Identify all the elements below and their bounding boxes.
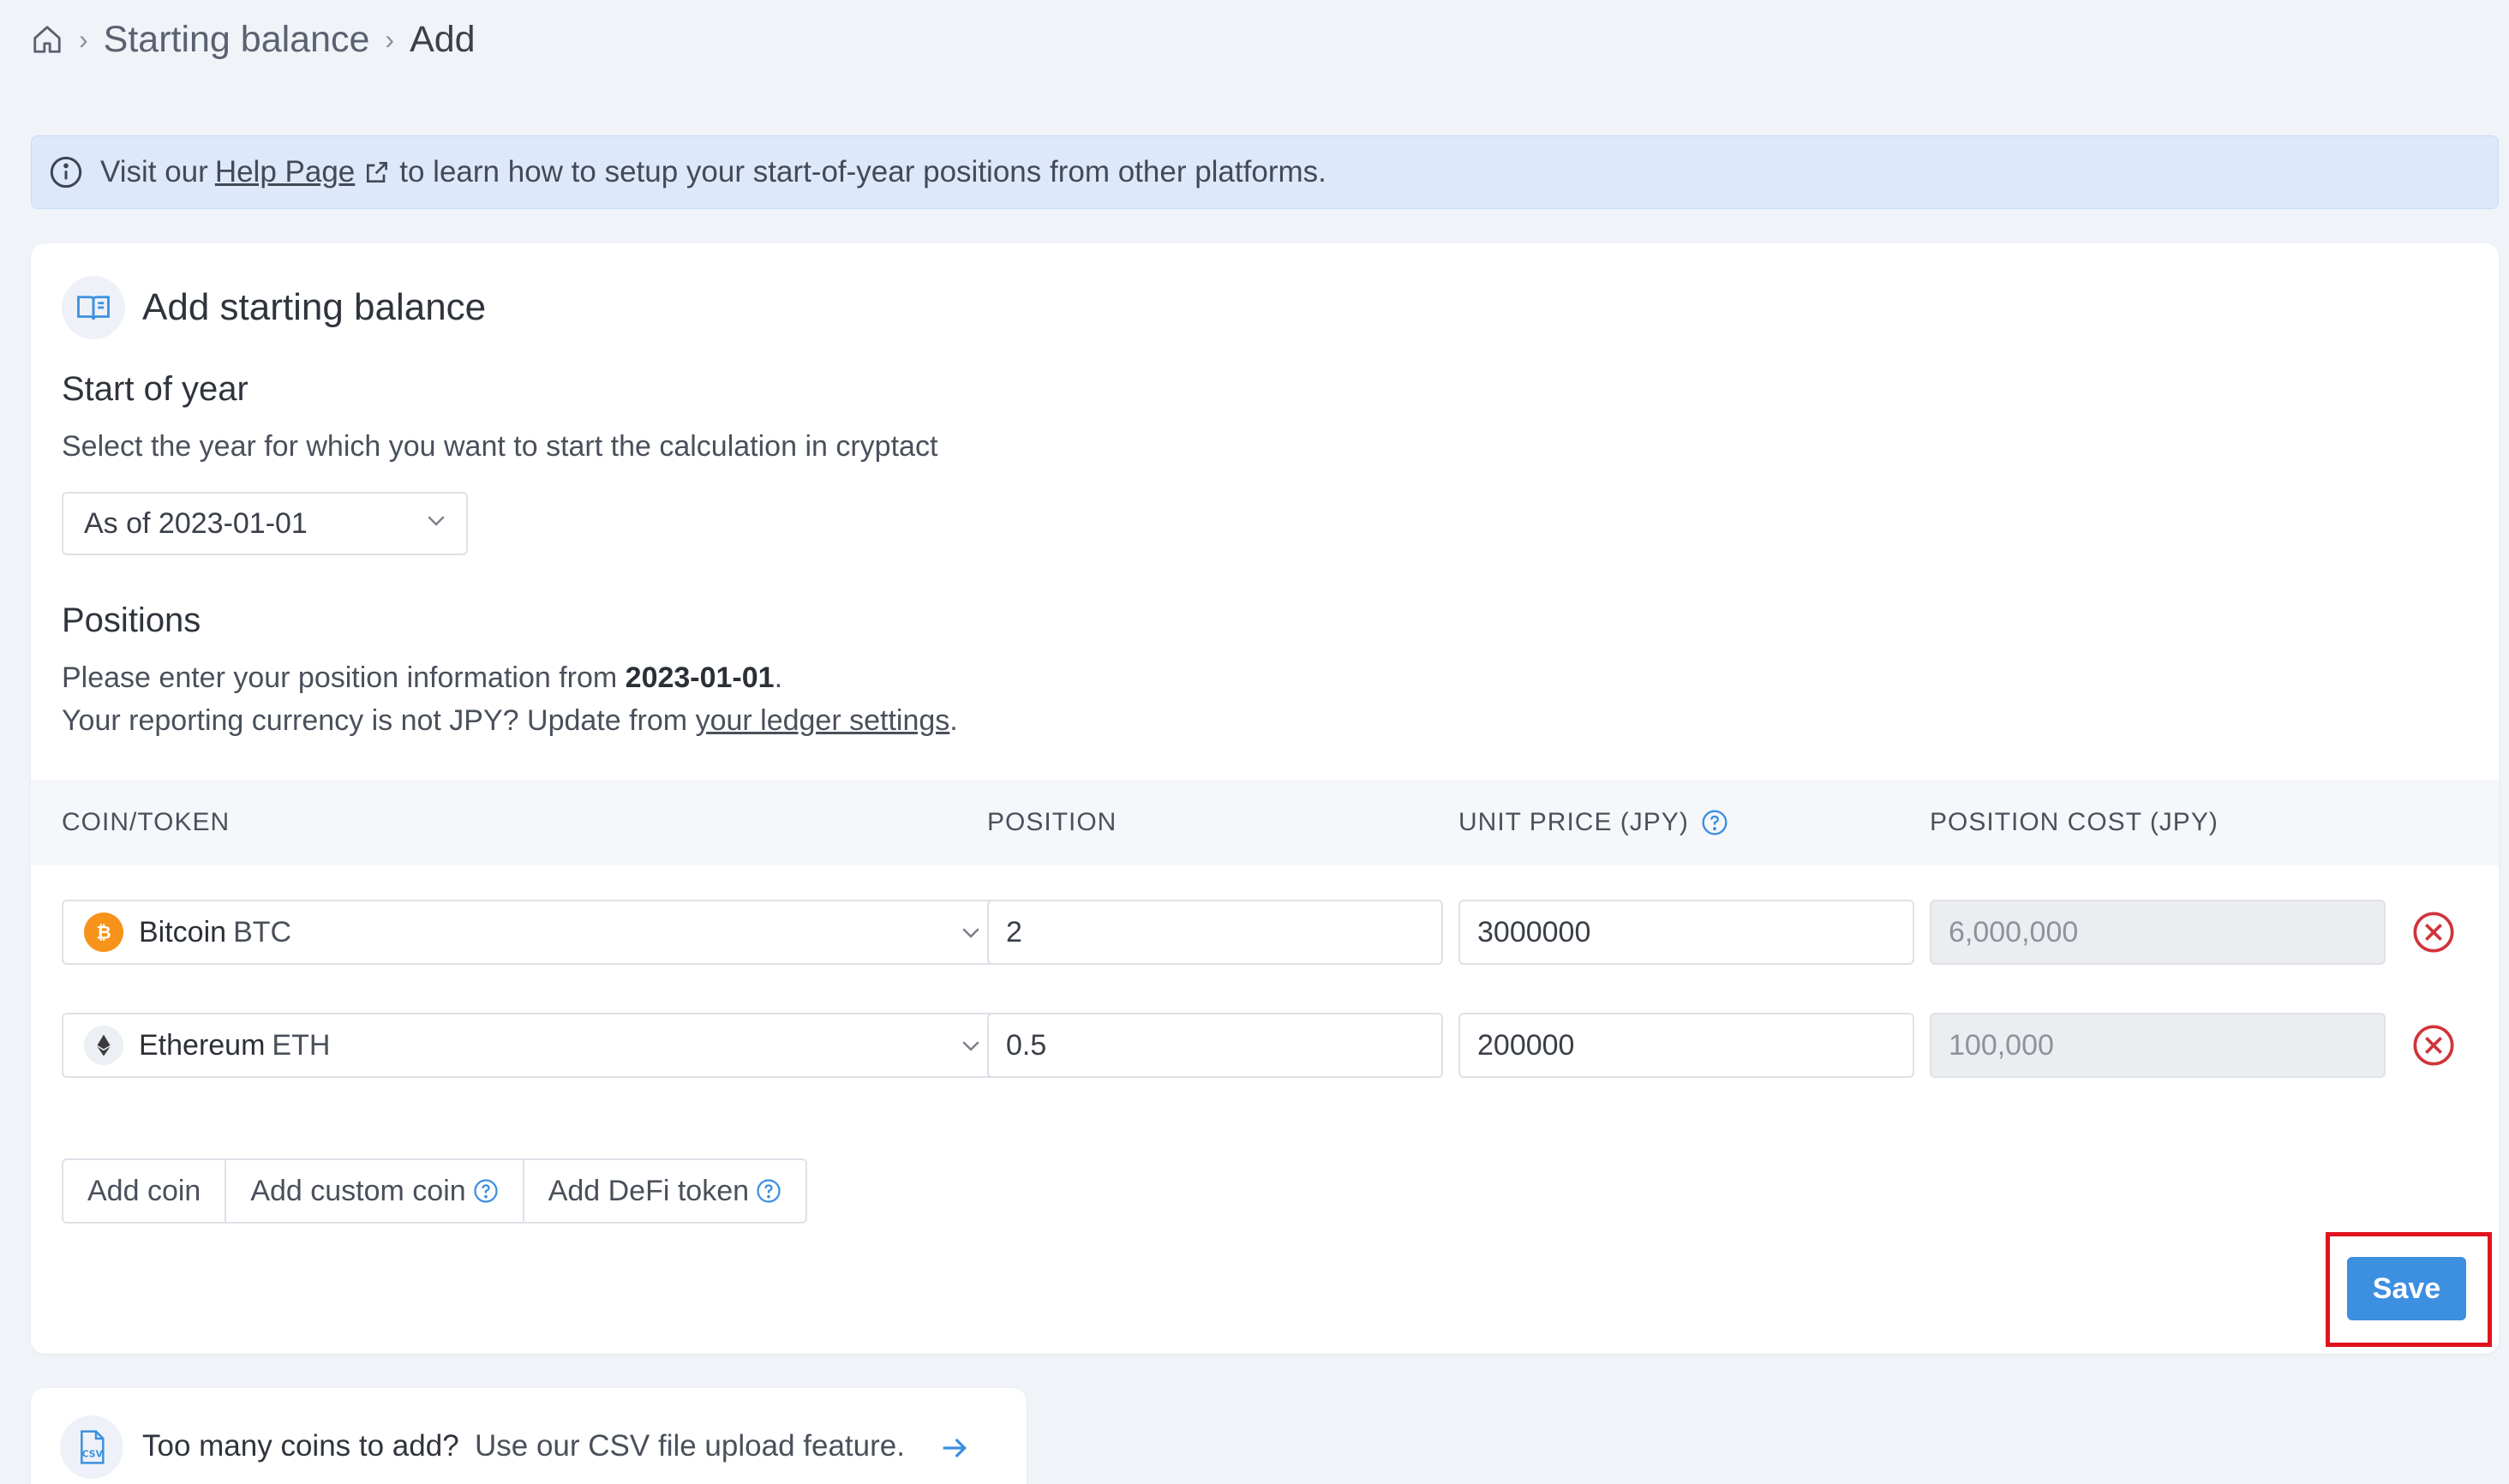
remove-row-icon[interactable] [2411, 1023, 2456, 1068]
csv-upload-card[interactable]: CSV Too many coins to add? Use our CSV f… [31, 1388, 1027, 1484]
breadcrumb-separator: › [385, 23, 395, 55]
coin-symbol: ETH [272, 1028, 331, 1062]
unit-price-input[interactable]: 200000 [1458, 1013, 1914, 1078]
position-input[interactable]: 0.5 [987, 1013, 1443, 1078]
ledger-settings-link[interactable]: your ledger settings [696, 704, 950, 737]
question-icon[interactable] [473, 1178, 499, 1204]
save-button[interactable]: Save [2347, 1257, 2466, 1320]
coin-select[interactable]: Ethereum ETH [62, 1013, 1003, 1078]
svg-text:CSV: CSV [82, 1449, 104, 1460]
start-of-year-description: Select the year for which you want to st… [62, 430, 938, 463]
book-icon [62, 276, 125, 339]
home-icon[interactable] [31, 23, 63, 56]
positions-date: 2023-01-01 [625, 661, 775, 694]
starting-balance-card: Add starting balance Start of year Selec… [31, 243, 2499, 1354]
header-position-cost: POSITION COST (JPY) [1930, 808, 2219, 836]
breadcrumb: › Starting balance › Add [31, 15, 476, 63]
info-banner: Visit our Help Page to learn how to setu… [31, 135, 2499, 209]
header-unit-price: UNIT PRICE (JPY) [1458, 780, 1728, 865]
header-position: POSITION [987, 808, 1117, 836]
card-header: Add starting balance [62, 276, 486, 339]
coin-name: Ethereum [139, 1028, 266, 1062]
chevron-down-icon [958, 1032, 984, 1058]
breadcrumb-separator: › [79, 23, 88, 55]
table-row: Ethereum ETH 0.5 200000 100,000 [31, 1013, 2499, 1078]
start-of-year-title: Start of year [62, 370, 249, 408]
breadcrumb-starting-balance[interactable]: Starting balance [104, 19, 370, 61]
position-cost-field: 100,000 [1930, 1013, 2386, 1078]
card-title: Add starting balance [142, 286, 487, 328]
info-icon [49, 155, 83, 189]
svg-text:₿: ₿ [96, 923, 111, 944]
arrow-right-icon[interactable] [937, 1431, 972, 1465]
page: › Starting balance › Add Visit our Help … [0, 0, 2509, 1484]
ethereum-icon [84, 1026, 123, 1065]
coin-symbol: BTC [233, 915, 292, 948]
help-page-link[interactable]: Help Page [215, 155, 355, 189]
add-button-group: Add coin Add custom coin Add DeFi token [62, 1158, 808, 1224]
unit-price-input[interactable]: 3000000 [1458, 900, 1914, 965]
add-custom-coin-button[interactable]: Add custom coin [226, 1160, 524, 1222]
bitcoin-icon: ₿ [84, 913, 123, 952]
csv-message: Use our CSV file upload feature. [475, 1429, 905, 1463]
question-icon[interactable] [756, 1178, 781, 1204]
external-link-icon [363, 159, 391, 186]
coin-select[interactable]: ₿ Bitcoin BTC [62, 900, 1003, 965]
csv-question: Too many coins to add? [142, 1429, 459, 1463]
remove-row-icon[interactable] [2411, 910, 2456, 954]
positions-title: Positions [62, 601, 201, 639]
header-coin: COIN/TOKEN [62, 808, 231, 836]
question-icon[interactable] [1701, 809, 1728, 836]
year-select-value: As of 2023-01-01 [84, 506, 308, 540]
table-row: ₿ Bitcoin BTC 2 3000000 6,000,000 [31, 900, 2499, 965]
position-cost-field: 6,000,000 [1930, 900, 2386, 965]
chevron-down-icon [958, 919, 984, 945]
positions-description-line2: Your reporting currency is not JPY? Upda… [62, 704, 958, 737]
positions-description-line1: Please enter your position information f… [62, 661, 783, 694]
year-select[interactable]: As of 2023-01-01 [62, 492, 468, 555]
positions-table-header: COIN/TOKEN POSITION UNIT PRICE (JPY) POS… [31, 780, 2499, 865]
position-input[interactable]: 2 [987, 900, 1443, 965]
coin-name: Bitcoin [139, 915, 227, 948]
banner-suffix: to learn how to setup your start-of-year… [399, 155, 1326, 188]
add-defi-token-button[interactable]: Add DeFi token [524, 1160, 806, 1222]
csv-file-icon: CSV [60, 1415, 123, 1479]
breadcrumb-current: Add [410, 18, 476, 60]
add-coin-button[interactable]: Add coin [63, 1160, 227, 1222]
banner-prefix: Visit our [100, 155, 208, 188]
chevron-down-icon [423, 507, 449, 541]
